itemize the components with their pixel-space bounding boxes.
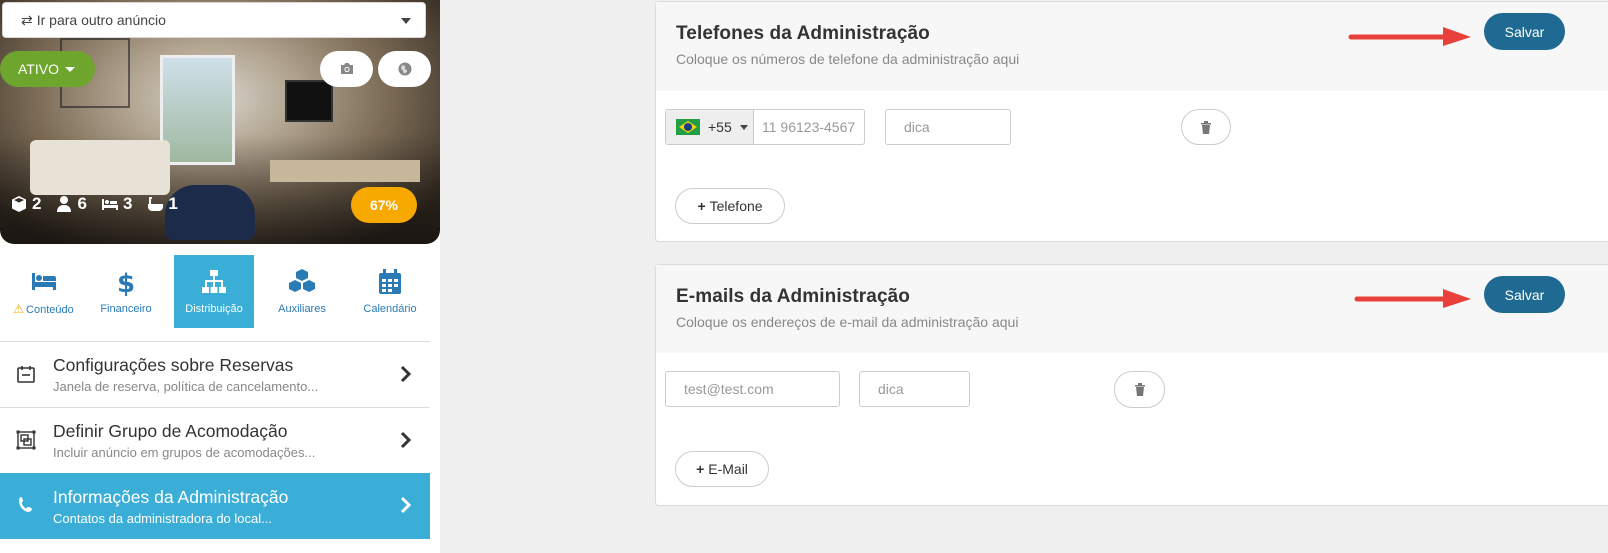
add-email-button[interactable]: + E-Mail [675,451,769,487]
emails-card: E-mails da Administração Coloque os ende… [655,264,1608,506]
email-hint-input[interactable]: dica [859,371,970,407]
beds-stat: 3 [101,194,132,214]
phones-card: Telefones da Administração Coloque os nú… [655,1,1608,242]
save-phones-button[interactable]: Salvar [1484,13,1565,50]
brazil-flag-icon [676,119,700,135]
menu-item-informacoes-administracao[interactable]: Informações da Administração Contatos da… [0,473,430,539]
camera-icon [340,63,353,74]
plus-icon: + [696,461,705,477]
cubes-icon [289,269,315,292]
red-arrow-annotation [1348,27,1471,46]
tab-conteudo[interactable]: ⚠ Conteúdo [0,255,87,328]
country-code: +55 [708,119,732,135]
listing-switch-label: Ir para outro anúncio [36,12,166,28]
menu-item-grupo-acomodacao[interactable]: Definir Grupo de Acomodação Incluir anún… [0,407,430,473]
plus-icon: + [697,198,706,214]
dollar-icon: $ [117,269,135,296]
menu-item-subtitle: Incluir anúncio em grupos de acomodações… [53,445,316,460]
sidebar: ⇄ Ir para outro anúncio ATIVO 2 6 3 1 67… [0,0,440,553]
save-emails-button[interactable]: Salvar [1484,276,1565,313]
trash-icon [1201,120,1211,134]
calendar-icon [379,269,401,294]
caret-down-icon [64,66,75,72]
object-group-icon [16,430,36,450]
caret-down-icon [401,18,411,24]
phone-icon [19,497,32,512]
tab-financeiro[interactable]: $ Financeiro [87,255,165,328]
svg-text:$: $ [117,269,135,296]
email-input[interactable]: test@test.com [665,371,840,407]
delete-phone-button[interactable] [1181,109,1231,145]
tab-calendario[interactable]: Calendário [350,255,430,328]
phone-hint-input[interactable]: dica [885,109,1011,145]
bathtub-icon [148,197,164,211]
listing-stats: 2 6 3 1 [10,194,178,214]
menu-item-subtitle: Contatos da administradora do local... [53,510,272,526]
delete-email-button[interactable] [1114,371,1165,408]
swap-icon: ⇄ [21,11,33,28]
sitemap-icon [202,270,226,293]
globe-button[interactable] [378,51,431,87]
phones-card-header: Telefones da Administração Coloque os nú… [656,2,1608,91]
add-phone-button[interactable]: + Telefone [675,188,785,224]
phones-card-subtitle: Coloque os números de telefone da admini… [676,51,1020,67]
menu-item-title: Configurações sobre Reservas [53,355,294,375]
user-icon [57,196,72,212]
tab-auxiliares[interactable]: Auxiliares [262,255,342,328]
listing-switch-dropdown[interactable]: ⇄ Ir para outro anúncio [2,2,426,38]
bed-icon [31,273,56,290]
section-tabs: ⚠ Conteúdo $ Financeiro Distribuição Auxi… [0,255,440,328]
emails-card-header: E-mails da Administração Coloque os ende… [656,265,1608,353]
warning-icon: ⚠ [13,302,25,316]
phone-input-group: +55 11 96123-4567 [665,109,865,145]
menu-item-title: Informações da Administração [53,486,289,507]
guests-stat: 6 [55,194,87,214]
tab-distribuicao[interactable]: Distribuição [174,255,254,328]
chevron-right-icon [400,431,412,449]
photos-button[interactable] [320,51,373,87]
calendar-minus-icon [17,366,35,383]
menu-item-subtitle: Janela de reserva, política de cancelame… [53,379,319,394]
emails-card-subtitle: Coloque os endereços de e-mail da admini… [676,314,1019,330]
red-arrow-annotation [1354,289,1471,308]
completion-badge: 67% [351,187,417,223]
status-label: ATIVO [18,61,59,77]
trash-icon [1134,383,1145,396]
settings-menu: Configurações sobre Reservas Janela de r… [0,341,430,539]
country-code-dropdown[interactable]: +55 [666,110,754,144]
chevron-right-icon [400,365,412,383]
chevron-right-icon [400,496,412,514]
caret-down-icon [739,124,748,130]
status-dropdown-button[interactable]: ATIVO [0,51,95,87]
units-stat: 2 [10,194,41,214]
menu-item-title: Definir Grupo de Acomodação [53,421,288,441]
menu-item-reservas[interactable]: Configurações sobre Reservas Janela de r… [0,341,430,407]
phone-number-input[interactable]: 11 96123-4567 [754,110,864,144]
bed-icon [101,199,118,210]
globe-icon [398,62,411,76]
cube-icon [12,196,26,212]
baths-stat: 1 [146,194,178,214]
